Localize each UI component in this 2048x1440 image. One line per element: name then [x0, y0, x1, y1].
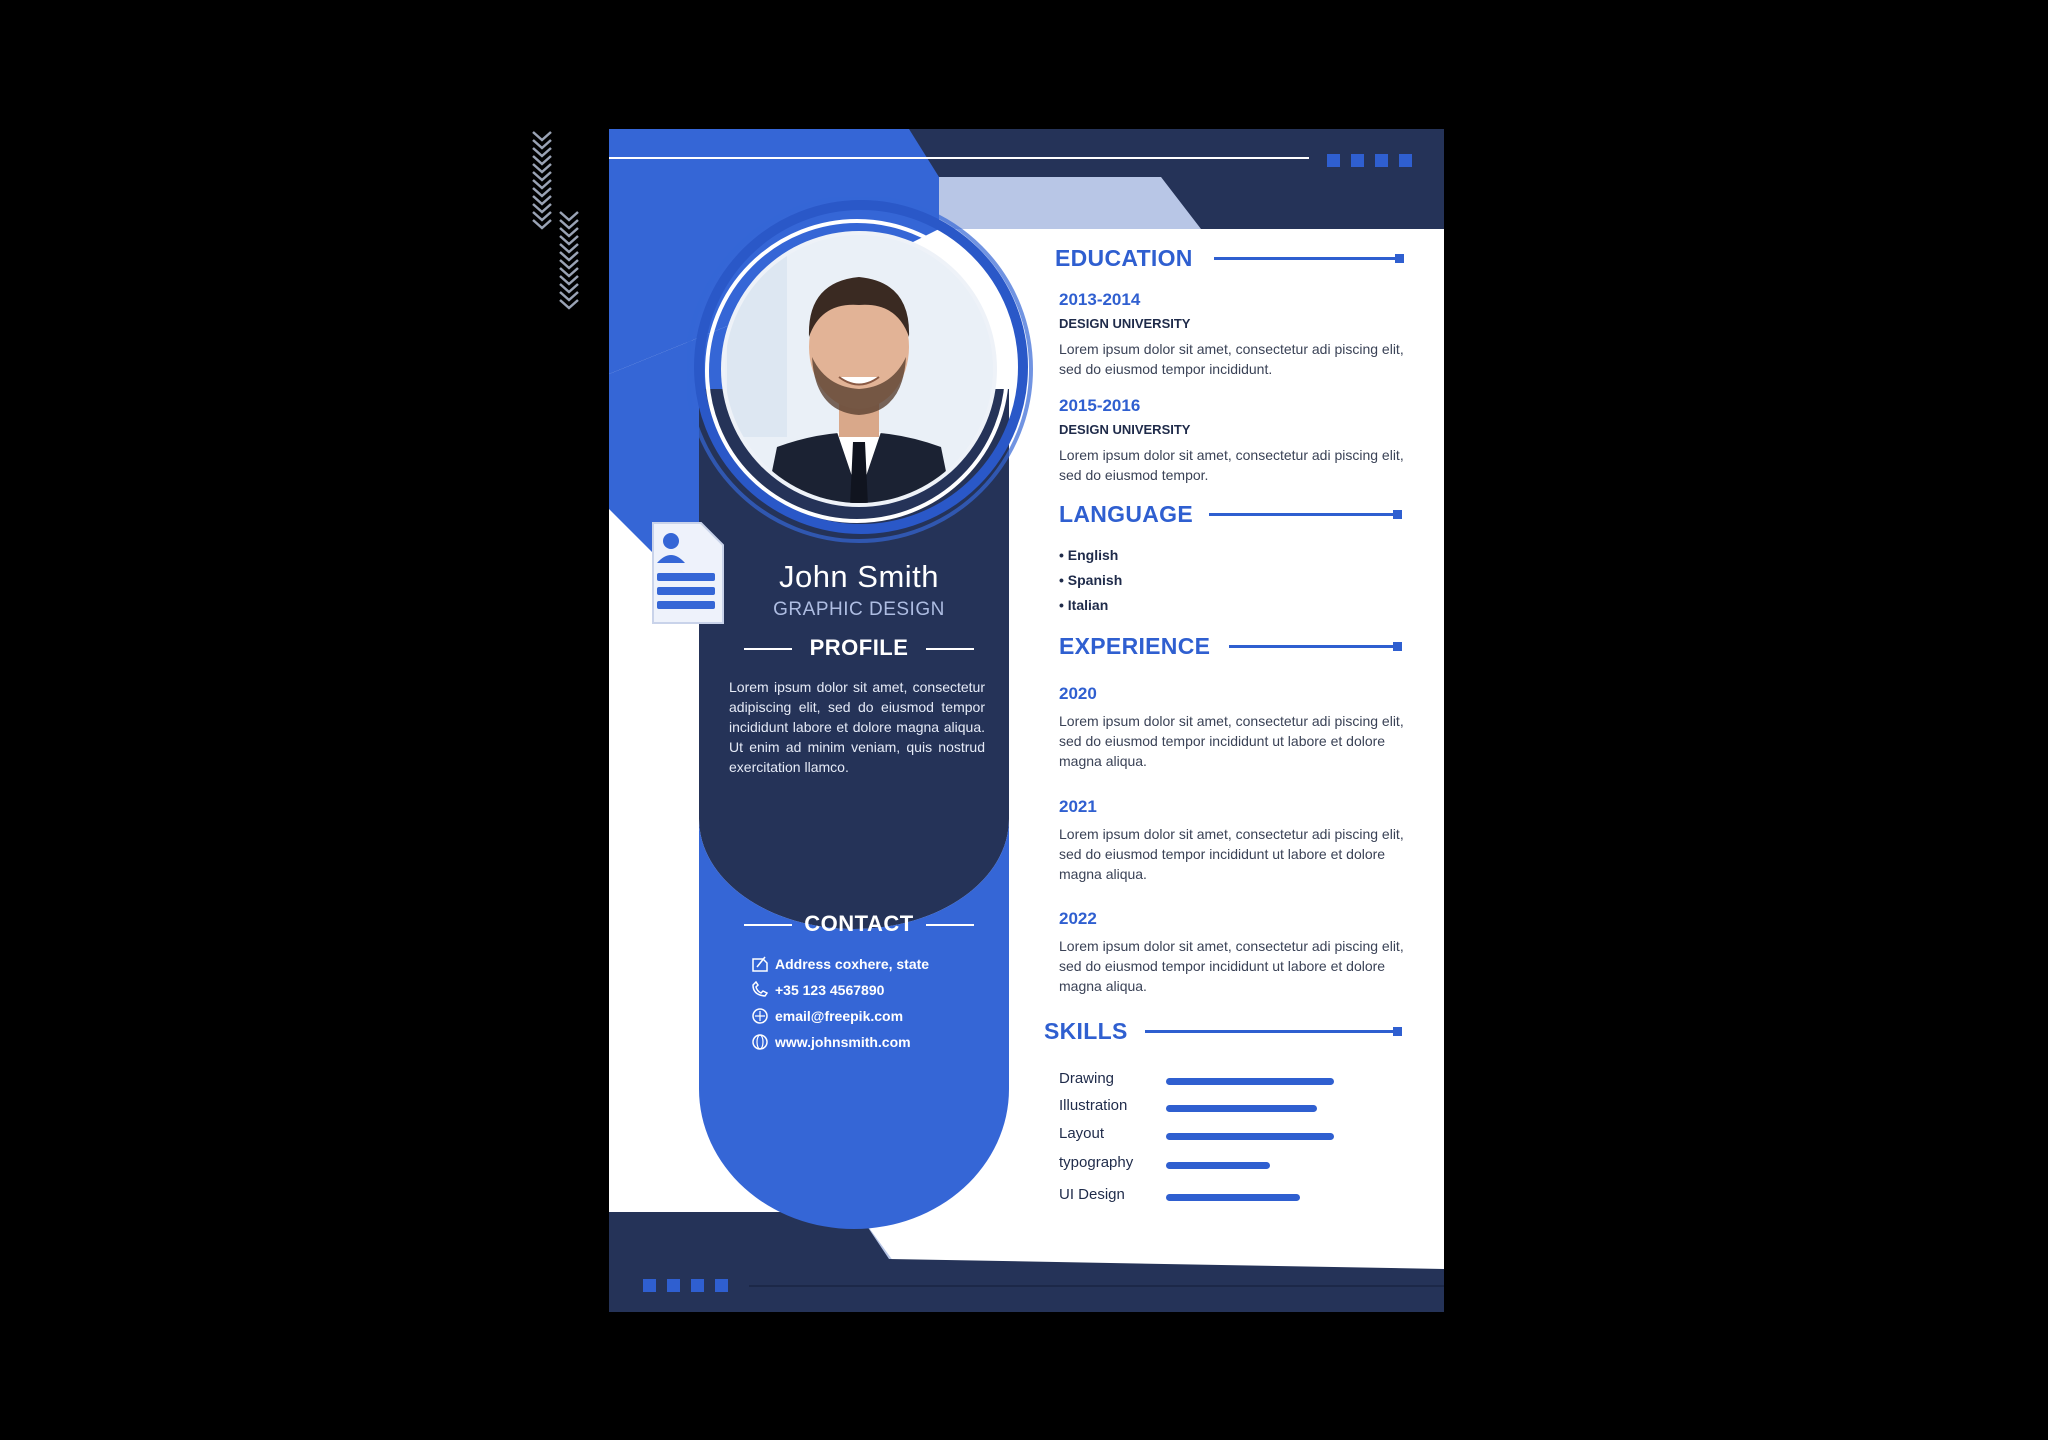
skill-name: UI Design — [1059, 1186, 1125, 1203]
experience-description: Lorem ipsum dolor sit amet, consectetur … — [1059, 826, 1404, 882]
language-item: • Italian — [1059, 597, 1109, 613]
experience-description: Lorem ipsum dolor sit amet, consectetur … — [1059, 938, 1404, 994]
skill-bar — [1166, 1162, 1270, 1169]
skill-bar — [1166, 1105, 1317, 1112]
skill-bar — [1166, 1078, 1334, 1085]
resume-page: John Smith GRAPHIC DESIGN PROFILE Lorem … — [609, 129, 1444, 1312]
experience-year: 2020 — [1059, 684, 1097, 703]
skill-name: Illustration — [1059, 1097, 1128, 1114]
education-description: Lorem ipsum dolor sit amet, consectetur … — [1059, 447, 1404, 483]
skills-heading: SKILLS — [1044, 1018, 1128, 1044]
language-item: • Spanish — [1059, 572, 1123, 588]
skill-name: typography — [1059, 1154, 1134, 1171]
language-rule — [1209, 510, 1402, 519]
skill-bar — [1166, 1194, 1300, 1201]
education-school: DESIGN UNIVERSITY — [1059, 316, 1191, 331]
experience-year: 2022 — [1059, 909, 1097, 928]
skill-name: Layout — [1059, 1125, 1105, 1142]
education-rule — [1214, 254, 1404, 263]
experience-heading: EXPERIENCE — [1059, 633, 1211, 659]
education-heading: EDUCATION — [1055, 245, 1193, 271]
chevron-decoration — [530, 128, 590, 318]
experience-description: Lorem ipsum dolor sit amet, consectetur … — [1059, 713, 1404, 769]
language-heading: LANGUAGE — [1059, 501, 1194, 527]
education-year: 2015-2016 — [1059, 396, 1141, 415]
education-year: 2013-2014 — [1059, 290, 1141, 309]
education-school: DESIGN UNIVERSITY — [1059, 422, 1191, 437]
experience-year: 2021 — [1059, 797, 1097, 816]
right-column: EDUCATION 2013-2014 DESIGN UNIVERSITY Lo… — [609, 129, 1444, 1312]
language-item: • English — [1059, 547, 1119, 563]
skills-rule — [1145, 1027, 1402, 1036]
experience-rule — [1229, 642, 1402, 651]
skill-name: Drawing — [1059, 1070, 1115, 1087]
education-description: Lorem ipsum dolor sit amet, consectetur … — [1059, 341, 1404, 377]
skill-bar — [1166, 1133, 1334, 1140]
